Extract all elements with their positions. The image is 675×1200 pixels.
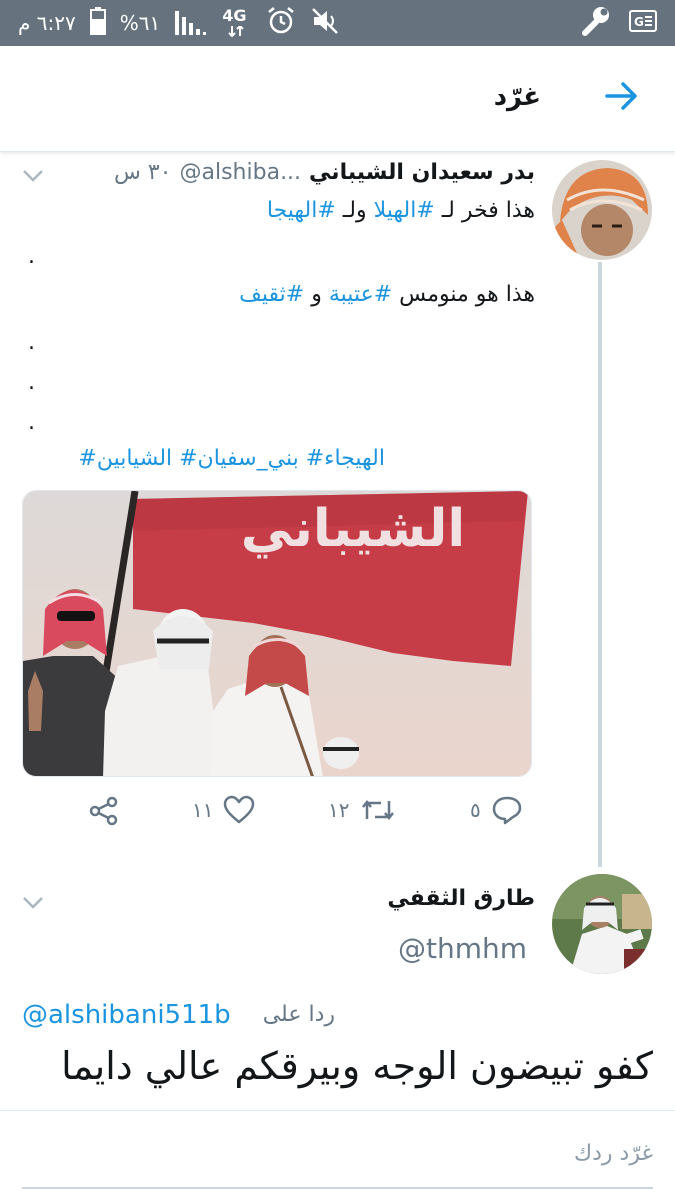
tweet-text-line-2: هذا هو منومس #عتيبة و #ثقيف — [239, 282, 535, 307]
tweet-header: بدر سعيدان الشيباني ...alshiba@ ٣٠ س — [114, 160, 535, 185]
status-bar: ٦:٢٧ م %٦١ 4G G — [0, 0, 675, 46]
tweet-media-image[interactable]: الشيباني — [22, 490, 532, 777]
heart-icon — [224, 795, 255, 824]
input-underline — [22, 1187, 653, 1189]
like-count: ١١ — [192, 798, 214, 822]
alarm-icon — [266, 6, 296, 40]
wrench-icon — [579, 5, 611, 41]
reply-prefix: ردا على — [262, 1002, 335, 1027]
status-time: ٦:٢٧ م — [18, 11, 76, 35]
reply-to-handle[interactable]: @alshibani511b — [22, 1000, 231, 1030]
reply-icon — [492, 796, 521, 825]
tweet-text-line-1: هذا فخر لـ #الهيلا ولـ #الهيجا — [267, 198, 535, 223]
avatar[interactable] — [552, 874, 652, 974]
tweet-dot: . — [28, 244, 35, 269]
app-header: غرّد — [0, 46, 675, 152]
thread-connector — [598, 262, 602, 867]
tweet-dot: . — [28, 370, 35, 395]
translate-icon: G — [629, 10, 657, 36]
flag-banner-text: الشيباني — [241, 499, 465, 559]
retweet-button[interactable]: ١٢ — [328, 795, 397, 825]
battery-percent: %٦١ — [119, 11, 161, 35]
tweet-actions: ٥ ١٢ ١١ — [0, 795, 560, 835]
arrow-right-icon — [605, 82, 637, 110]
share-button[interactable] — [88, 795, 120, 827]
tweet-text: و — [311, 282, 322, 307]
tweet-text: هذا فخر لـ — [441, 198, 535, 223]
page-title: غرّد — [493, 82, 541, 112]
retweet-count: ١٢ — [328, 798, 350, 822]
hashtag-link[interactable]: #الهيلا — [374, 198, 435, 223]
back-button[interactable] — [601, 76, 641, 116]
hashtag-link[interactable]: #عتيبة — [329, 282, 392, 307]
reply-button[interactable]: ٥ — [470, 795, 523, 825]
tweet-dot: . — [28, 410, 35, 435]
hashtag-link[interactable]: #ثقيف — [239, 282, 304, 307]
avatar[interactable] — [552, 160, 652, 260]
reply-input-placeholder[interactable]: غرّد ردك — [574, 1141, 653, 1166]
reply-compose[interactable]: غرّد ردك — [0, 1111, 675, 1200]
signal-icon — [174, 7, 208, 39]
hashtags-line[interactable]: الهيجاء# بني_سفيان# الشيابين# — [78, 446, 385, 471]
battery-icon — [89, 7, 106, 39]
author-name[interactable]: بدر سعيدان الشيباني — [309, 160, 535, 185]
like-button[interactable]: ١١ — [192, 795, 255, 825]
tweet-text: ولـ — [342, 198, 367, 223]
retweet-icon — [362, 799, 395, 821]
tweet-time: ٣٠ س — [114, 160, 172, 185]
svg-text:G: G — [634, 15, 644, 29]
author-handle[interactable]: @thmhm — [398, 932, 527, 965]
network-label: 4G — [222, 6, 247, 25]
tweet-dot: . — [28, 330, 35, 355]
chevron-down-icon[interactable] — [22, 168, 44, 182]
author-name[interactable]: طارق الثقفي — [387, 886, 535, 911]
share-icon — [89, 796, 118, 826]
4g-icon: 4G — [222, 6, 252, 38]
chevron-down-icon[interactable] — [22, 895, 44, 909]
reply-tweet-text: كفو تبيضون الوجه وبيرقكم عالي دايما — [61, 1044, 653, 1088]
tweet-text: هذا هو منومس — [399, 282, 535, 307]
reply-context: ردا على — [263, 1002, 335, 1027]
author-handle[interactable]: ...alshiba@ — [180, 160, 302, 185]
hashtag-link[interactable]: #الهيجا — [267, 198, 336, 223]
reply-count: ٥ — [470, 798, 481, 822]
mute-icon — [310, 6, 340, 40]
